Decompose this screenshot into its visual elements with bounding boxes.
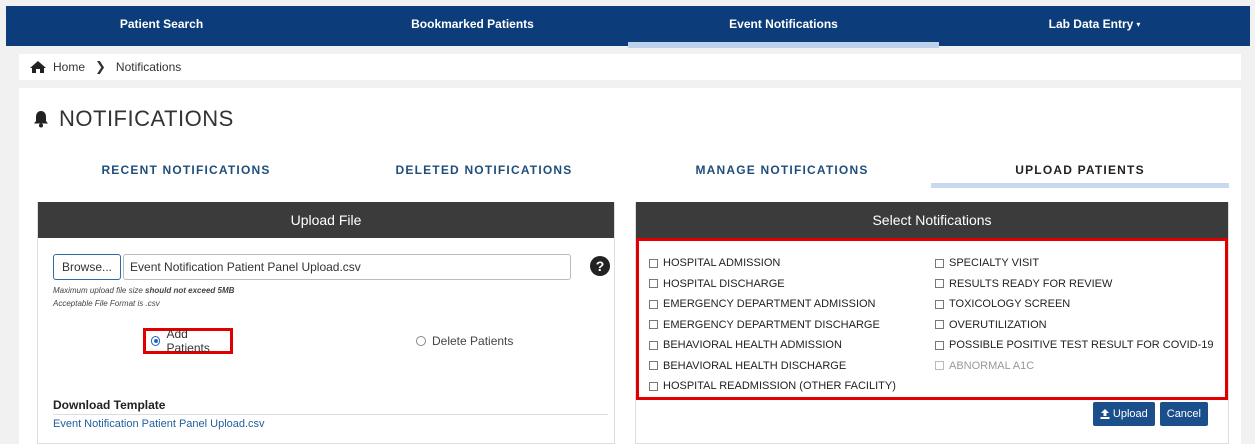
- top-navigation: Patient Search Bookmarked Patients Event…: [6, 6, 1250, 48]
- checkbox-icon: [649, 258, 658, 268]
- home-icon: [30, 61, 46, 73]
- add-patients-label: Add Patients: [166, 327, 210, 355]
- checkbox-icon: [935, 340, 944, 350]
- checkbox-icon: [935, 320, 944, 330]
- notification-tabs: RECENT NOTIFICATIONS DELETED NOTIFICATIO…: [37, 158, 1229, 188]
- notification-checkbox[interactable]: HOSPITAL ADMISSION: [649, 253, 896, 274]
- notification-checkbox[interactable]: HOSPITAL DISCHARGE: [649, 274, 896, 295]
- question-icon[interactable]: ?: [590, 256, 610, 276]
- download-template-link[interactable]: Event Notification Patient Panel Upload.…: [53, 418, 265, 430]
- page-title: NOTIFICATIONS: [33, 106, 234, 132]
- notification-checkbox[interactable]: TOXICOLOGY SCREEN: [935, 294, 1213, 315]
- notification-label: ABNORMAL A1C: [949, 359, 1035, 372]
- upload-file-header: Upload File: [38, 202, 614, 238]
- notification-label: SPECIALTY VISIT: [949, 257, 1040, 270]
- checkbox-icon: [935, 279, 944, 289]
- notification-label: POSSIBLE POSITIVE TEST RESULT FOR COVID-…: [949, 339, 1214, 352]
- page-title-text: NOTIFICATIONS: [59, 106, 234, 131]
- download-template-title: Download Template: [53, 398, 166, 412]
- notification-label: EMERGENCY DEPARTMENT DISCHARGE: [663, 318, 880, 331]
- nav-patient-search[interactable]: Patient Search: [6, 6, 317, 46]
- file-size-hint-bold: should not exceed 5MB: [145, 286, 235, 295]
- notification-label: OVERUTILIZATION: [949, 318, 1047, 331]
- checkbox-icon: [649, 279, 658, 289]
- notification-label: HOSPITAL DISCHARGE: [663, 277, 785, 290]
- nav-lab-data-entry[interactable]: Lab Data Entry ▾: [939, 6, 1250, 46]
- notification-checkbox[interactable]: EMERGENCY DEPARTMENT DISCHARGE: [649, 315, 896, 336]
- tab-recent-notifications[interactable]: RECENT NOTIFICATIONS: [37, 158, 335, 188]
- breadcrumb: Home ❯ Notifications: [19, 54, 1241, 80]
- notification-checkbox[interactable]: HOSPITAL READMISSION (OTHER FACILITY): [649, 376, 896, 397]
- upload-icon: [1100, 409, 1110, 419]
- notification-checkbox[interactable]: EMERGENCY DEPARTMENT ADMISSION: [649, 294, 896, 315]
- tab-deleted-notifications[interactable]: DELETED NOTIFICATIONS: [335, 158, 633, 188]
- caret-down-icon: ▾: [1136, 19, 1141, 29]
- bell-icon: [34, 111, 48, 128]
- notification-label: RESULTS READY FOR REVIEW: [949, 277, 1113, 290]
- notification-label: HOSPITAL ADMISSION: [663, 257, 781, 270]
- notification-column-2: SPECIALTY VISIT RESULTS READY FOR REVIEW…: [935, 253, 1213, 376]
- checkbox-icon: [649, 299, 658, 309]
- checkbox-icon: [649, 381, 658, 391]
- notification-checkbox[interactable]: SPECIALTY VISIT: [935, 253, 1213, 274]
- delete-patients-label: Delete Patients: [432, 334, 514, 348]
- file-size-hint: Maximum upload file size should not exce…: [53, 286, 234, 295]
- notification-checkbox-disabled: ABNORMAL A1C: [935, 356, 1213, 377]
- notification-label: EMERGENCY DEPARTMENT ADMISSION: [663, 298, 876, 311]
- radio-checked-icon: [151, 336, 161, 346]
- add-patients-radio[interactable]: Add Patients: [143, 327, 233, 355]
- select-notifications-panel: Select Notifications HOSPITAL ADMISSION …: [635, 202, 1229, 444]
- divider: [53, 414, 608, 415]
- cancel-button[interactable]: Cancel: [1159, 402, 1208, 426]
- upload-button-label: Upload: [1112, 408, 1148, 420]
- checkbox-icon: [935, 258, 944, 268]
- upload-file-panel: Upload File Browse... Event Notification…: [37, 202, 615, 444]
- notification-checkbox[interactable]: OVERUTILIZATION: [935, 315, 1213, 336]
- notification-checkbox[interactable]: BEHAVIORAL HEALTH DISCHARGE: [649, 356, 896, 377]
- notification-checkbox[interactable]: POSSIBLE POSITIVE TEST RESULT FOR COVID-…: [935, 335, 1213, 356]
- file-format-hint: Acceptable File Format is .csv: [53, 299, 160, 308]
- tab-upload-patients[interactable]: UPLOAD PATIENTS: [931, 158, 1229, 188]
- notification-label: BEHAVIORAL HEALTH ADMISSION: [663, 339, 842, 352]
- upload-button[interactable]: Upload: [1092, 402, 1155, 426]
- breadcrumb-home[interactable]: Home: [53, 60, 85, 74]
- nav-lab-data-entry-label: Lab Data Entry: [1048, 17, 1134, 31]
- checkbox-icon: [649, 320, 658, 330]
- file-size-hint-prefix: Maximum upload file size: [53, 286, 146, 295]
- select-notifications-header: Select Notifications: [636, 202, 1228, 238]
- notification-options-box: HOSPITAL ADMISSION HOSPITAL DISCHARGE EM…: [636, 238, 1228, 400]
- notification-checkbox[interactable]: RESULTS READY FOR REVIEW: [935, 274, 1213, 295]
- notification-label: TOXICOLOGY SCREEN: [949, 298, 1071, 311]
- file-row: Browse... Event Notification Patient Pan…: [53, 254, 572, 280]
- nav-bookmarked-patients[interactable]: Bookmarked Patients: [317, 6, 628, 46]
- radio-unchecked-icon: [416, 336, 426, 346]
- browse-button[interactable]: Browse...: [53, 254, 122, 280]
- notification-checkbox[interactable]: BEHAVIORAL HEALTH ADMISSION: [649, 335, 896, 356]
- tab-manage-notifications[interactable]: MANAGE NOTIFICATIONS: [633, 158, 931, 188]
- main-panel: NOTIFICATIONS RECENT NOTIFICATIONS DELET…: [19, 88, 1241, 444]
- delete-patients-radio[interactable]: Delete Patients: [416, 334, 513, 348]
- file-name-field[interactable]: Event Notification Patient Panel Upload.…: [123, 254, 572, 280]
- breadcrumb-current: Notifications: [115, 60, 182, 74]
- checkbox-icon: [649, 340, 658, 350]
- checkbox-icon: [649, 361, 658, 371]
- checkbox-icon: [935, 361, 944, 371]
- nav-event-notifications[interactable]: Event Notifications: [628, 6, 939, 48]
- notification-label: BEHAVIORAL HEALTH DISCHARGE: [663, 359, 847, 372]
- notification-label: HOSPITAL READMISSION (OTHER FACILITY): [663, 380, 896, 393]
- action-buttons: Upload Cancel: [1088, 402, 1208, 426]
- chevron-right-icon: ❯: [95, 59, 106, 74]
- notification-column-1: HOSPITAL ADMISSION HOSPITAL DISCHARGE EM…: [649, 253, 896, 397]
- checkbox-icon: [935, 299, 944, 309]
